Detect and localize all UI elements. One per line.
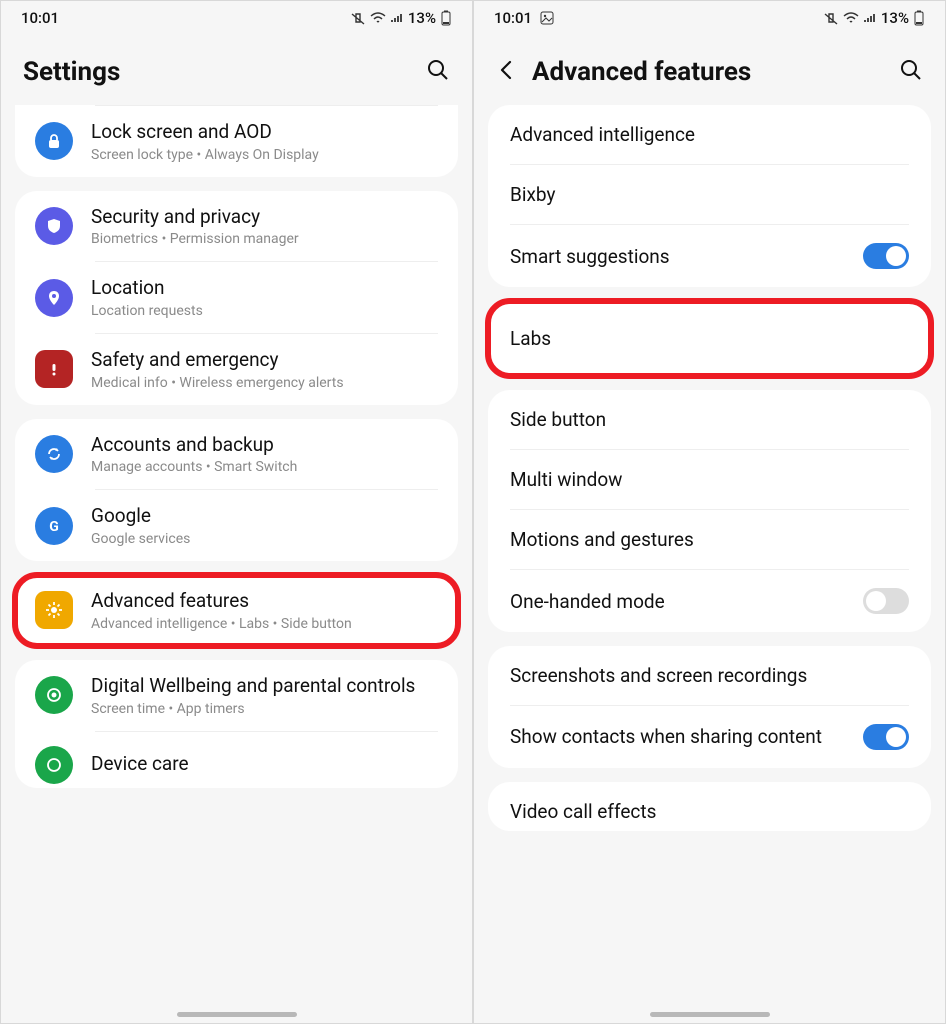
item-subtitle: Google services [91,531,438,547]
shield-icon [35,207,73,245]
settings-item-safety[interactable]: Safety and emergency Medical info • Wire… [15,334,458,405]
signal-icon [390,12,404,24]
item-title: Location [91,276,438,301]
status-bar: 10:01 13% [474,1,945,31]
wifi-icon [370,12,386,24]
google-icon: G [35,507,73,545]
settings-group: Accounts and backup Manage accounts • Sm… [15,419,458,561]
page-title: Settings [23,57,426,87]
item-title: Lock screen and AOD [91,120,438,145]
settings-group: Security and privacy Biometrics • Permis… [15,191,458,405]
item-subtitle: Biometrics • Permission manager [91,231,438,247]
search-icon[interactable] [899,58,923,86]
item-title: Google [91,504,438,529]
settings-item-device-care[interactable]: Device care [15,732,458,788]
feature-item-video-call[interactable]: Video call effects [488,782,931,831]
settings-header: Settings [1,31,472,105]
care-icon [35,746,73,784]
feature-group: Video call effects [488,782,931,831]
feature-item-smart-suggestions[interactable]: Smart suggestions [488,225,931,287]
pin-icon [35,279,73,317]
item-subtitle: Advanced intelligence • Labs • Side butt… [91,616,438,632]
item-label: Motions and gestures [510,528,909,551]
search-icon[interactable] [426,58,450,86]
battery-text: 13% [881,9,909,27]
battery-icon [913,10,925,26]
item-label: Screenshots and screen recordings [510,664,909,687]
sync-icon [35,435,73,473]
item-label: Video call effects [510,800,909,823]
mute-icon [350,11,366,25]
status-icons: 13% [823,9,925,27]
settings-pane: 10:01 13% Settings Lock screen and AOD S… [0,0,473,1024]
settings-group-advanced: Advanced features Advanced intelligence … [15,575,458,646]
back-icon[interactable] [496,59,518,85]
item-label: Smart suggestions [510,245,863,268]
settings-item-lock-screen[interactable]: Lock screen and AOD Screen lock type • A… [15,106,458,177]
gesture-bar[interactable] [177,1012,297,1017]
item-title: Device care [91,752,438,777]
page-title: Advanced features [532,57,899,87]
battery-icon [440,10,452,26]
toggle-one-handed[interactable] [863,588,909,614]
settings-item-accounts[interactable]: Accounts and backup Manage accounts • Sm… [15,419,458,490]
item-label: One-handed mode [510,590,863,613]
gesture-bar[interactable] [650,1012,770,1017]
feature-item-show-contacts[interactable]: Show contacts when sharing content [488,706,931,768]
feature-item-side-button[interactable]: Side button [488,390,931,449]
feature-item-one-handed[interactable]: One-handed mode [488,570,931,632]
alert-icon [35,350,73,388]
item-title: Digital Wellbeing and parental controls [91,674,438,699]
item-label: Labs [510,327,909,350]
feature-item-motions[interactable]: Motions and gestures [488,510,931,569]
settings-group: Lock screen and AOD Screen lock type • A… [15,105,458,177]
advanced-features-pane: 10:01 13% Advanced features Advanced int… [473,0,946,1024]
status-time: 10:01 [494,9,554,27]
image-icon [540,11,554,25]
settings-item-location[interactable]: Location Location requests [15,262,458,333]
item-subtitle: Location requests [91,303,438,319]
status-time: 10:01 [21,9,59,27]
signal-icon [863,12,877,24]
svg-text:G: G [49,519,59,535]
feature-item-screenshots[interactable]: Screenshots and screen recordings [488,646,931,705]
item-title: Accounts and backup [91,433,438,458]
item-subtitle: Manage accounts • Smart Switch [91,459,438,475]
feature-group-labs: Labs [488,301,931,376]
gear-icon [35,591,73,629]
status-icons: 13% [350,9,452,27]
battery-text: 13% [408,9,436,27]
wifi-icon [843,12,859,24]
settings-item-advanced-features[interactable]: Advanced features Advanced intelligence … [15,575,458,646]
item-label: Multi window [510,468,909,491]
feature-group: Advanced intelligence Bixby Smart sugges… [488,105,931,287]
feature-item-labs[interactable]: Labs [488,301,931,376]
item-subtitle: Screen time • App timers [91,701,438,717]
feature-group: Side button Multi window Motions and ges… [488,390,931,632]
item-label: Advanced intelligence [510,123,909,146]
item-label: Show contacts when sharing content [510,725,863,750]
settings-item-google[interactable]: G Google Google services [15,490,458,561]
item-subtitle: Medical info • Wireless emergency alerts [91,375,438,391]
feature-item-bixby[interactable]: Bixby [488,165,931,224]
item-title: Safety and emergency [91,348,438,373]
item-title: Security and privacy [91,205,438,230]
feature-item-multi-window[interactable]: Multi window [488,450,931,509]
settings-item-wellbeing[interactable]: Digital Wellbeing and parental controls … [15,660,458,731]
item-subtitle: Screen lock type • Always On Display [91,147,438,163]
wellbeing-icon [35,676,73,714]
item-label: Side button [510,408,909,431]
feature-group: Screenshots and screen recordings Show c… [488,646,931,768]
settings-item-security[interactable]: Security and privacy Biometrics • Permis… [15,191,458,262]
item-title: Advanced features [91,589,438,614]
lock-icon [35,122,73,160]
toggle-show-contacts[interactable] [863,724,909,750]
status-bar: 10:01 13% [1,1,472,31]
advanced-header: Advanced features [474,31,945,105]
toggle-smart-suggestions[interactable] [863,243,909,269]
feature-item-advanced-intelligence[interactable]: Advanced intelligence [488,105,931,164]
item-label: Bixby [510,183,909,206]
mute-icon [823,11,839,25]
settings-group: Digital Wellbeing and parental controls … [15,660,458,788]
